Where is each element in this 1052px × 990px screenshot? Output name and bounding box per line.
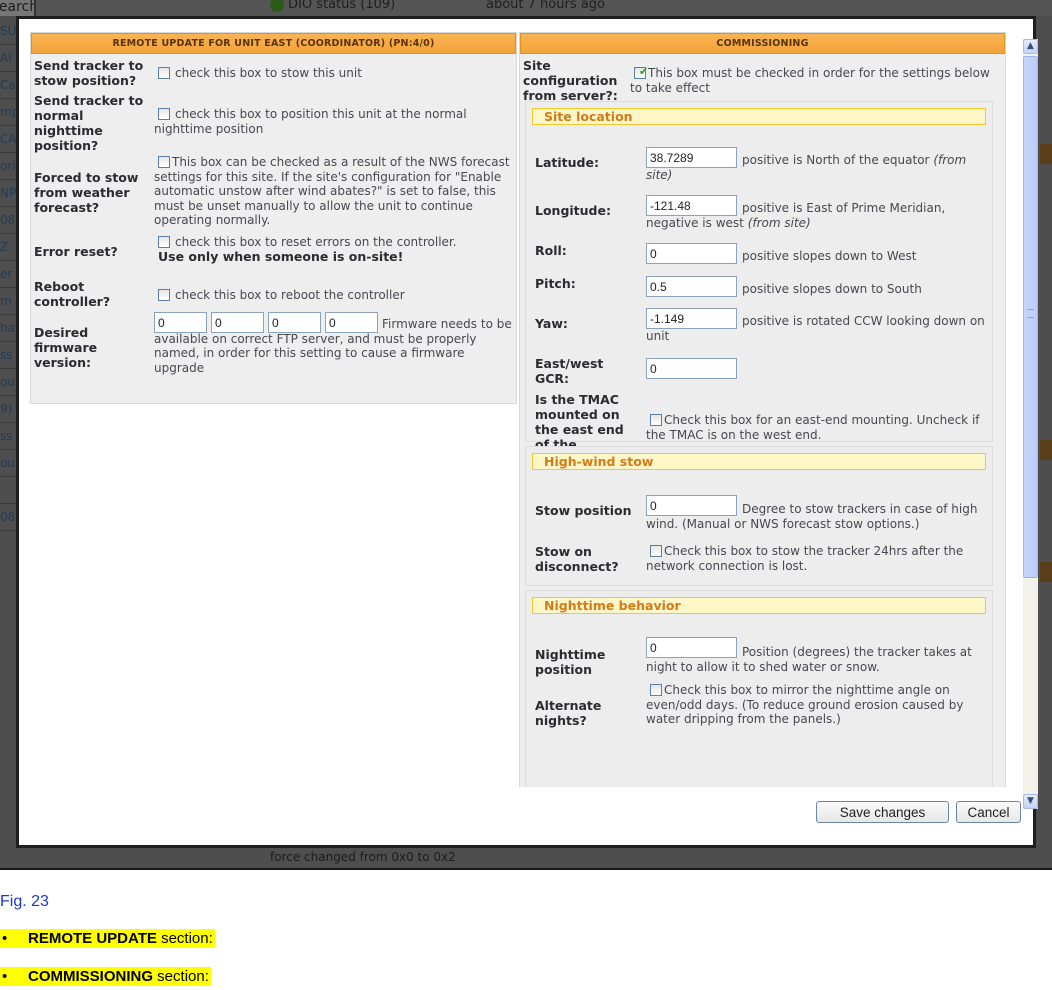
background-sidebar-item: hat — [0, 315, 16, 342]
error-reset-warning: Use only when someone is on-site! — [158, 248, 404, 264]
remote-update-panel: REMOTE UPDATE FOR UNIT EAST (COORDINATOR… — [30, 32, 517, 404]
background-sidebar-item: ou — [0, 369, 16, 396]
background-sidebar-item: m — [0, 288, 16, 315]
nighttime-position-description: Position (degrees) the tracker takes at … — [646, 645, 972, 674]
background-sidebar-item: ss — [0, 342, 16, 369]
reboot-row: check this box to reboot the controller — [158, 288, 513, 303]
stow-disconnect-checkbox[interactable] — [650, 545, 662, 557]
background-sidebar-item: ou — [0, 450, 16, 477]
roll-input[interactable] — [646, 243, 737, 264]
background-sidebar: SUAlCalmpCAoriNP08:Zermhatssou9)ssou08 — [0, 18, 16, 868]
background-sidebar-item: ori — [0, 153, 16, 180]
background-log-text: force changed from 0x0 to 0x2 — [270, 850, 456, 864]
background-sidebar-item: Al — [0, 45, 16, 72]
alternate-nights-checkbox[interactable] — [650, 684, 662, 696]
nighttime-section: Nighttime behavior Nighttime position Po… — [525, 590, 993, 793]
stow-disconnect-label: Stow on disconnect? — [535, 544, 619, 574]
firmware-description: Firmware needs to be available on correc… — [154, 317, 512, 375]
firmware-label: Desired firmware version: — [34, 325, 98, 370]
background-row-marker — [1040, 562, 1052, 582]
bullet-icon: • — [2, 968, 8, 985]
background-search-button: Search — [0, 0, 36, 16]
background-status: DIO status (109) — [270, 0, 395, 12]
nighttime-position-label: Nighttime position — [535, 647, 606, 677]
commissioning-panel: COMMISSIONING Site configuration from se… — [519, 32, 1006, 794]
background-sidebar-item: CA — [0, 126, 16, 153]
longitude-description: positive is East of Prime Meridian, nega… — [646, 201, 946, 230]
site-config-label: Site configuration from server?: — [523, 58, 618, 103]
forced-stow-label: Forced to stow from weather forecast? — [34, 170, 139, 215]
roll-description: positive slopes down to West — [742, 249, 917, 263]
background-sidebar-item — [0, 477, 16, 504]
status-ok-icon — [270, 0, 284, 12]
background-sidebar-item: NP — [0, 180, 16, 207]
forced-stow-checkbox[interactable] — [158, 156, 170, 168]
figure-caption: Fig. 23 — [0, 893, 49, 910]
bullet-icon: • — [2, 930, 8, 947]
gcr-label: East/west GCR: — [535, 356, 604, 386]
stow-position-label: Stow position — [535, 503, 632, 518]
stow-position-description: Degree to stow trackers in case of high … — [646, 502, 978, 531]
site-config-row: This box must be checked in order for th… — [630, 65, 995, 95]
background-sidebar-item: mp — [0, 99, 16, 126]
background-sidebar-item: er — [0, 261, 16, 288]
pitch-label: Pitch: — [535, 276, 576, 291]
save-changes-button[interactable]: Save changes — [816, 801, 949, 823]
site-config-checkbox[interactable] — [634, 65, 648, 80]
background-sidebar-item: 08: — [0, 207, 16, 234]
background-sidebar-item: Z — [0, 234, 16, 261]
scroll-thumb[interactable] — [1023, 56, 1038, 578]
caption-bullet-commissioning: • COMMISSIONING section: — [0, 967, 211, 986]
dialog-scrollbar[interactable]: ▲ ▼ — [1023, 39, 1038, 809]
stow-checkbox[interactable] — [158, 67, 170, 79]
caption-bullet-remote-update: • REMOTE UPDATE section: — [0, 929, 215, 948]
site-location-section: Site location Latitude: positive is Nort… — [525, 101, 993, 467]
cancel-button[interactable]: Cancel — [956, 801, 1021, 823]
tmac-checkbox[interactable] — [650, 414, 662, 426]
pitch-input[interactable] — [646, 276, 737, 297]
high-wind-header: High-wind stow — [532, 453, 986, 470]
latitude-description: positive is North of the equator (from s… — [646, 153, 967, 182]
background-toolbar: Search DIO status (109) about 7 hours ag… — [0, 0, 1052, 16]
gcr-input[interactable] — [646, 358, 737, 379]
nighttime-checkbox[interactable] — [158, 108, 170, 120]
error-reset-row: check this box to reset errors on the co… — [158, 235, 457, 264]
longitude-label: Longitude: — [535, 203, 611, 218]
nighttime-header: Nighttime behavior — [532, 597, 986, 614]
nighttime-row: check this box to position this unit at … — [154, 107, 467, 136]
background-sidebar-item: 08 — [0, 504, 16, 531]
scroll-grip-icon — [1027, 309, 1034, 318]
background-sidebar-item: SU — [0, 18, 16, 45]
yaw-description: positive is rotated CCW looking down on … — [646, 314, 985, 343]
alternate-nights-row: Check this box to mirror the nighttime a… — [646, 683, 964, 726]
remote-update-header: REMOTE UPDATE FOR UNIT EAST (COORDINATOR… — [31, 33, 516, 54]
roll-label: Roll: — [535, 243, 567, 258]
reboot-label: Reboot controller? — [34, 279, 111, 309]
background-sidebar-item: ss — [0, 423, 16, 450]
scroll-up-button[interactable]: ▲ — [1023, 39, 1038, 54]
latitude-label: Latitude: — [535, 155, 599, 170]
background-time: about 7 hours ago — [486, 0, 605, 12]
tmac-row: Check this box for an east-end mounting.… — [646, 413, 980, 442]
alternate-nights-label: Alternate nights? — [535, 698, 602, 728]
background-sidebar-item: Cal — [0, 72, 16, 99]
remote-update-dialog: REMOTE UPDATE FOR UNIT EAST (COORDINATOR… — [19, 19, 1038, 845]
error-reset-checkbox[interactable] — [158, 236, 170, 248]
background-row-marker — [1040, 144, 1052, 164]
scroll-down-button[interactable]: ▼ — [1023, 794, 1038, 809]
background-row-marker — [1040, 440, 1052, 460]
stow-row: check this box to stow this unit — [158, 66, 508, 81]
reboot-checkbox[interactable] — [158, 289, 170, 301]
nighttime-label: Send tracker to normal nighttime positio… — [34, 93, 144, 153]
site-location-header: Site location — [532, 108, 986, 125]
yaw-label: Yaw: — [535, 316, 568, 331]
stow-label: Send tracker to stow position? — [34, 58, 144, 88]
error-reset-label: Error reset? — [34, 244, 118, 259]
pitch-description: positive slopes down to South — [742, 282, 922, 296]
commissioning-header: COMMISSIONING — [520, 33, 1005, 54]
background-sidebar-item: 9) — [0, 396, 16, 423]
stow-disconnect-row: Check this box to stow the tracker 24hrs… — [646, 544, 964, 573]
high-wind-section: High-wind stow Stow position Degree to s… — [525, 446, 993, 586]
forced-stow-row: This box can be checked as a result of t… — [154, 155, 510, 227]
